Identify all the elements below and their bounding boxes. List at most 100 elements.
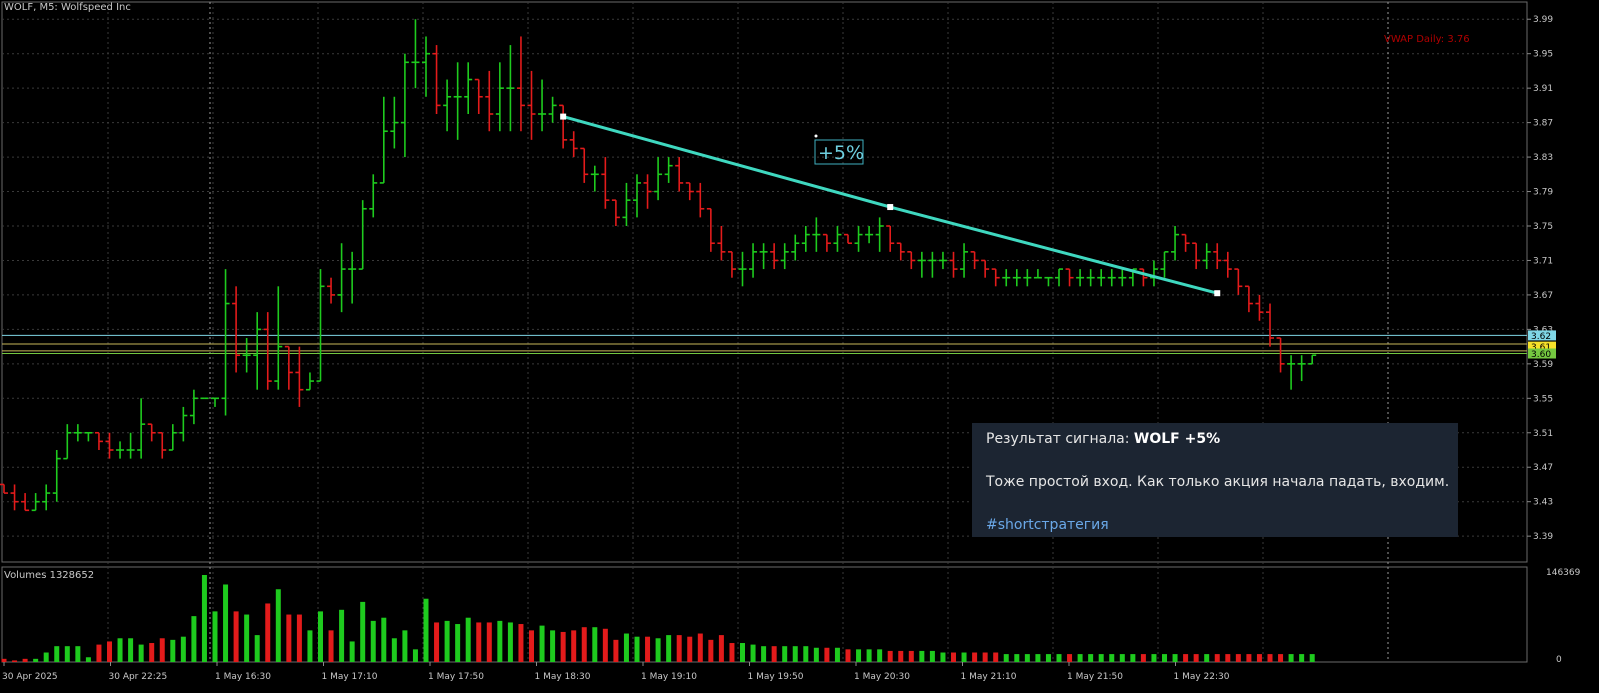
ohlc-bar	[538, 79, 547, 132]
ohlc-bar	[1023, 269, 1032, 287]
volume-bar	[339, 609, 345, 662]
volume-bar	[12, 660, 18, 662]
ohlc-bar	[1192, 242, 1201, 270]
volume-bar	[307, 630, 313, 662]
volume-bar	[1225, 654, 1231, 662]
volume-bar	[455, 624, 461, 662]
ohlc-bar	[1255, 294, 1264, 321]
ohlc-bar	[611, 199, 620, 226]
volume-bar	[1119, 654, 1125, 662]
volume-bar	[254, 635, 260, 662]
volume-bar	[782, 646, 788, 662]
volume-bar	[1077, 654, 1083, 662]
ohlc-bar	[759, 243, 768, 270]
ohlc-bar	[801, 226, 810, 252]
ohlc-bar	[1287, 355, 1296, 390]
volume-bar	[929, 650, 935, 662]
volume-bars	[1, 575, 1315, 662]
time-tick-label: 1 May 19:50	[748, 672, 804, 682]
volume-bar	[982, 652, 988, 662]
trend-line[interactable]	[560, 113, 1221, 297]
trading-chart[interactable]: 3.993.953.913.873.833.793.753.713.673.63…	[0, 0, 1599, 693]
volume-bar	[1003, 654, 1009, 662]
ohlc-bar	[348, 251, 357, 304]
volume-bar	[128, 638, 134, 662]
ohlc-bar	[390, 96, 399, 149]
volume-bar	[972, 652, 978, 662]
ohlc-bar	[1076, 269, 1085, 287]
price-tick-label: 3.59	[1533, 360, 1553, 370]
ohlc-bar	[1244, 285, 1253, 313]
ohlc-bar	[590, 165, 599, 192]
percent-annotation[interactable]: +5%	[814, 139, 864, 165]
ohlc-bar	[749, 243, 758, 278]
ohlc-bar	[305, 372, 314, 391]
volume-bar	[85, 657, 91, 662]
ohlc-bar	[1107, 269, 1116, 287]
volume-bar	[465, 617, 471, 662]
volume-bar	[391, 638, 397, 662]
price-tick-label: 3.47	[1533, 463, 1553, 473]
ohlc-bar	[1171, 226, 1180, 261]
price-tick-label: 3.43	[1533, 498, 1553, 508]
volume-bar	[961, 652, 967, 662]
price-tick-label: 3.71	[1533, 256, 1553, 266]
annotation-label: +5%	[818, 142, 864, 164]
time-tick-label: 1 May 17:50	[428, 672, 484, 682]
price-tick-label: 3.91	[1533, 84, 1553, 94]
volume-bar	[191, 616, 197, 662]
ohlc-bar	[1033, 269, 1042, 279]
hashtag-link[interactable]: #shortстратегия	[986, 517, 1109, 533]
time-tick-label: 1 May 19:10	[641, 672, 697, 682]
ohlc-bar	[1213, 243, 1222, 270]
volume-bar	[286, 614, 292, 662]
volume-bar	[486, 622, 492, 662]
volume-bar	[180, 636, 186, 662]
ohlc-bar	[643, 174, 652, 209]
ohlc-bar	[727, 251, 736, 278]
price-marker-label: 3.60	[1531, 350, 1551, 360]
volume-bar	[550, 630, 556, 662]
volume-bar	[22, 658, 28, 662]
ohlc-bar	[84, 431, 93, 442]
volume-bar	[1140, 654, 1146, 662]
ohlc-bar	[358, 200, 367, 270]
volume-bar	[1288, 654, 1294, 662]
ohlc-bar	[432, 45, 441, 114]
volume-bar	[518, 624, 524, 662]
volume-bar	[676, 635, 682, 662]
ohlc-bar	[738, 251, 747, 287]
volume-bar	[655, 638, 661, 662]
ohlc-bar	[0, 483, 8, 494]
volume-bar	[761, 646, 767, 662]
ohlc-bar	[464, 62, 473, 114]
ohlc-bar	[52, 450, 61, 502]
volume-bar	[708, 639, 714, 662]
ohlc-bar	[474, 78, 483, 114]
time-tick-label: 1 May 21:50	[1067, 672, 1123, 682]
ohlc-bar	[527, 70, 536, 140]
volume-bar	[1204, 654, 1210, 662]
volume-bar	[33, 658, 39, 662]
ohlc-bar	[379, 96, 388, 184]
volume-bar	[201, 575, 207, 662]
time-axis: 30 Apr 2025 30 Apr 22:25 1 May 16:30 1 May …	[2, 662, 1230, 682]
volume-bar	[1014, 654, 1020, 662]
ohlc-bar	[896, 242, 905, 261]
volume-bar	[803, 646, 809, 662]
ohlc-bar	[73, 424, 82, 442]
ohlc-bar	[1002, 269, 1011, 287]
volume-bar	[539, 625, 545, 662]
price-axis: 3.993.953.913.873.833.793.753.713.673.63…	[1527, 15, 1556, 542]
time-tick-label: 1 May 22:30	[1174, 672, 1230, 682]
volume-bar	[1088, 654, 1094, 662]
ohlc-bar	[1266, 303, 1274, 347]
ohlc-bar	[917, 251, 926, 278]
volume-bar	[729, 643, 735, 662]
volume-bar	[813, 647, 819, 662]
ohlc-bar	[1086, 269, 1095, 287]
ohlc-bar	[685, 182, 694, 201]
time-tick-label: 1 May 18:30	[535, 672, 591, 682]
ohlc-bar	[42, 484, 51, 511]
price-tick-label: 3.87	[1533, 119, 1553, 129]
